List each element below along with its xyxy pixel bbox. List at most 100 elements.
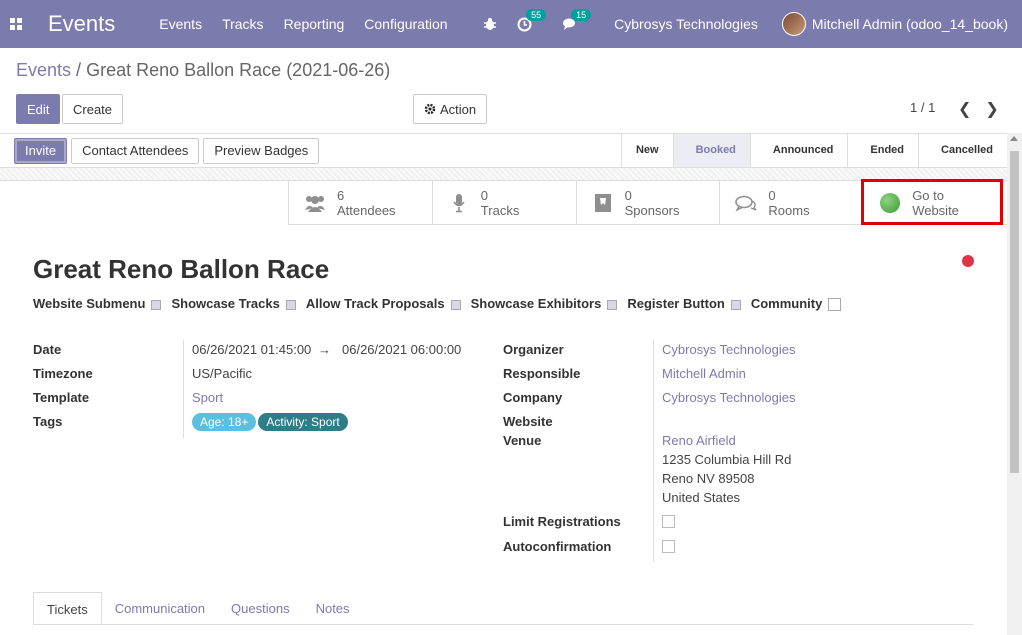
user-name: Mitchell Admin (odoo_14_book) bbox=[811, 16, 1008, 32]
invite-button[interactable]: Invite bbox=[14, 137, 68, 164]
company-label: Company bbox=[503, 390, 563, 405]
activity-count-badge: 55 bbox=[526, 8, 547, 21]
responsible-label: Responsible bbox=[503, 366, 581, 381]
sponsors-count: 0 bbox=[624, 188, 632, 203]
tab-notes[interactable]: Notes bbox=[303, 592, 363, 624]
chat-rooms-icon bbox=[734, 194, 758, 212]
venue-link[interactable]: Reno Airfield bbox=[662, 433, 736, 448]
tab-tickets[interactable]: Tickets bbox=[33, 592, 102, 624]
pager-next-icon[interactable]: ❯ bbox=[985, 99, 998, 119]
breadcrumb: Events / Great Reno Ballon Race (2021-06… bbox=[16, 60, 390, 81]
attendees-count: 6 bbox=[337, 188, 345, 203]
pager-previous-icon[interactable]: ❮ bbox=[958, 99, 971, 119]
option-community-label: Community bbox=[750, 296, 823, 311]
website-label: Website bbox=[503, 414, 553, 429]
option-community-checkbox[interactable] bbox=[828, 298, 842, 311]
event-title[interactable]: Great Reno Ballon Race bbox=[33, 254, 329, 285]
sponsors-label: Sponsors bbox=[624, 203, 680, 218]
action-label: Action bbox=[440, 101, 477, 117]
contact-attendees-button[interactable]: Contact Attendees bbox=[71, 137, 200, 164]
timezone-label: Timezone bbox=[33, 366, 93, 381]
timezone-field[interactable]: US/Pacific bbox=[192, 366, 252, 381]
scroll-up-icon[interactable] bbox=[1010, 136, 1018, 141]
sponsor-badge-icon bbox=[591, 193, 615, 213]
app-title[interactable]: Events bbox=[48, 11, 115, 37]
option-showcase-exhibitors-label: Showcase Exhibitors bbox=[470, 296, 602, 311]
stage-cancelled[interactable]: Cancelled bbox=[918, 134, 1007, 167]
menu-reporting[interactable]: Reporting bbox=[274, 0, 355, 48]
top-navbar: Events Events Tracks Reporting Configura… bbox=[0, 0, 1022, 48]
apps-grid-icon bbox=[10, 18, 22, 30]
option-website-submenu-label: Website Submenu bbox=[33, 296, 146, 311]
tags-field[interactable]: Age: 18+ Activity: Sport bbox=[192, 413, 350, 431]
debug-bug-icon[interactable] bbox=[483, 17, 497, 31]
edit-button[interactable]: Edit bbox=[16, 94, 61, 124]
tags-label: Tags bbox=[33, 414, 63, 429]
option-showcase-tracks-label: Showcase Tracks bbox=[171, 296, 280, 311]
rooms-label: Rooms bbox=[768, 203, 810, 218]
apps-menu-button[interactable] bbox=[0, 0, 32, 48]
responsible-link[interactable]: Mitchell Admin bbox=[662, 366, 746, 381]
company-switcher[interactable]: Cybrosys Technologies bbox=[614, 16, 758, 32]
stage-ended[interactable]: Ended bbox=[847, 134, 918, 167]
limit-registrations-checkbox[interactable] bbox=[662, 515, 675, 528]
activity-menu-button[interactable]: 55 bbox=[517, 8, 547, 32]
rooms-count: 0 bbox=[768, 188, 776, 203]
option-website-submenu-checkbox[interactable] bbox=[151, 299, 162, 310]
sponsors-smart-button[interactable]: 0 Sponsors bbox=[575, 181, 720, 225]
gear-icon bbox=[424, 103, 436, 115]
rooms-smart-button[interactable]: 0 Rooms bbox=[719, 181, 863, 225]
breadcrumb-current: Great Reno Ballon Race (2021-06-26) bbox=[86, 60, 391, 80]
date-start-field[interactable]: 06/26/2021 01:45:00 bbox=[192, 342, 311, 357]
date-label: Date bbox=[33, 342, 62, 357]
organizer-link[interactable]: Cybrosys Technologies bbox=[662, 342, 795, 357]
users-icon bbox=[303, 194, 327, 212]
template-link[interactable]: Sport bbox=[192, 390, 223, 405]
vertical-scrollbar[interactable] bbox=[1007, 133, 1022, 635]
autoconfirmation-checkbox[interactable] bbox=[662, 540, 675, 553]
tag-age[interactable]: Age: 18+ bbox=[192, 413, 257, 431]
tracks-label: Tracks bbox=[480, 203, 520, 218]
notebook-tabs: Tickets Communication Questions Notes bbox=[33, 592, 973, 625]
sheet-background bbox=[0, 168, 1007, 181]
option-allow-track-proposals-checkbox[interactable] bbox=[450, 299, 461, 310]
event-options: Website Submenu Showcase Tracks Allow Tr… bbox=[33, 296, 851, 311]
breadcrumb-parent[interactable]: Events bbox=[16, 60, 71, 80]
limit-registrations-label: Limit Registrations bbox=[503, 514, 621, 529]
venue-label: Venue bbox=[503, 433, 542, 448]
company-link[interactable]: Cybrosys Technologies bbox=[662, 390, 795, 405]
option-showcase-exhibitors-checkbox[interactable] bbox=[607, 299, 618, 310]
preview-badges-button[interactable]: Preview Badges bbox=[203, 137, 320, 164]
stage-booked[interactable]: Booked bbox=[672, 134, 750, 167]
venue-country: United States bbox=[662, 490, 741, 505]
status-dot-icon[interactable] bbox=[962, 255, 974, 267]
venue-street: 1235 Columbia Hill Rd bbox=[662, 452, 792, 467]
menu-configuration[interactable]: Configuration bbox=[354, 0, 457, 48]
menu-events[interactable]: Events bbox=[149, 0, 212, 48]
pager-nav: ❮ ❯ bbox=[958, 99, 999, 119]
attendees-label: Attendees bbox=[337, 203, 396, 218]
stage-announced[interactable]: Announced bbox=[749, 134, 848, 167]
scrollbar-thumb[interactable] bbox=[1010, 151, 1019, 473]
menu-tracks[interactable]: Tracks bbox=[212, 0, 273, 48]
option-register-button-checkbox[interactable] bbox=[730, 299, 741, 310]
user-menu[interactable]: Mitchell Admin (odoo_14_book) bbox=[781, 12, 1008, 36]
tab-questions[interactable]: Questions bbox=[218, 592, 303, 624]
date-end-field[interactable]: 06/26/2021 06:00:00 bbox=[342, 342, 461, 357]
option-allow-track-proposals-label: Allow Track Proposals bbox=[305, 296, 445, 311]
create-button[interactable]: Create bbox=[62, 94, 124, 124]
messaging-menu-button[interactable]: 15 bbox=[562, 9, 592, 31]
action-dropdown-button[interactable]: Action bbox=[413, 94, 488, 124]
tracks-smart-button[interactable]: 0 Tracks bbox=[431, 181, 576, 225]
stage-new[interactable]: New bbox=[620, 134, 673, 167]
tab-communication[interactable]: Communication bbox=[102, 592, 218, 624]
breadcrumb-separator: / bbox=[76, 60, 82, 80]
right-group-divider bbox=[653, 340, 654, 562]
autoconfirmation-label: Autoconfirmation bbox=[503, 539, 612, 554]
message-count-badge: 15 bbox=[571, 9, 592, 21]
pager-value[interactable]: 1 / 1 bbox=[910, 100, 935, 115]
tag-activity[interactable]: Activity: Sport bbox=[258, 413, 348, 431]
option-register-button-label: Register Button bbox=[627, 296, 725, 311]
attendees-smart-button[interactable]: 6 Attendees bbox=[288, 181, 432, 225]
option-showcase-tracks-checkbox[interactable] bbox=[285, 299, 296, 310]
